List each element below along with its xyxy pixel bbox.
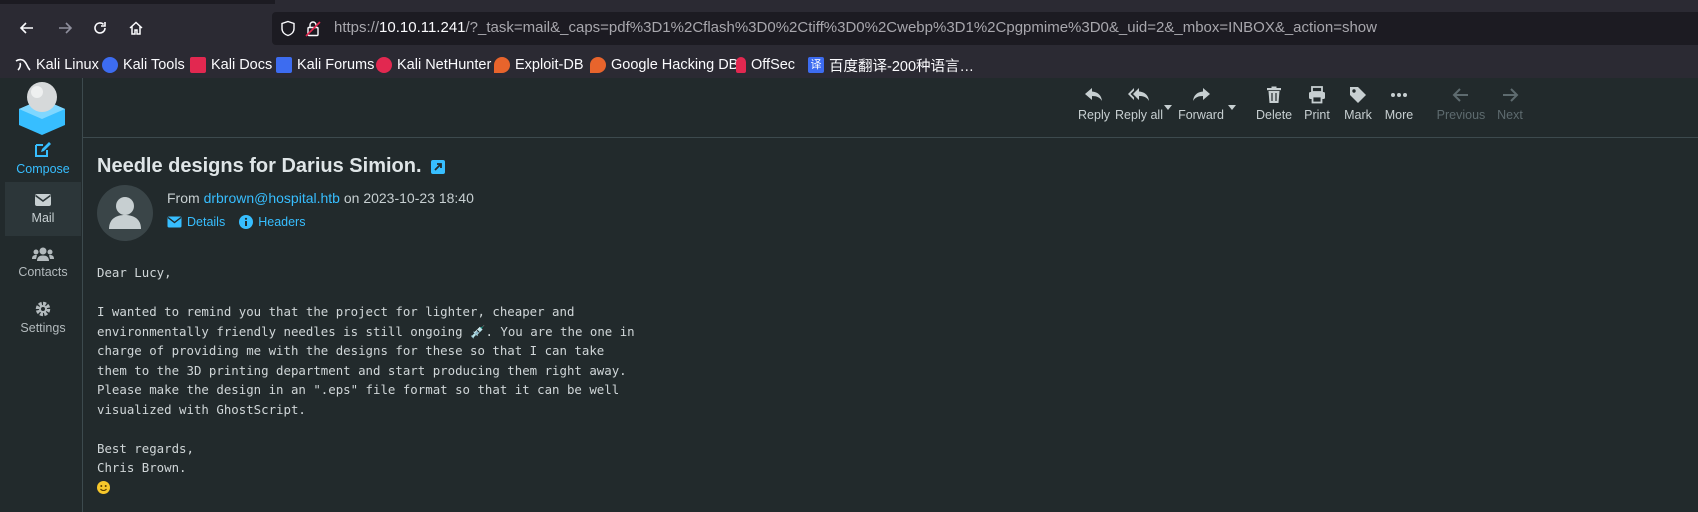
reply-button[interactable]: Reply	[1075, 86, 1113, 122]
more-dots-icon	[1391, 93, 1407, 97]
previous-button[interactable]: Previous	[1436, 86, 1486, 122]
nav-mail[interactable]: Mail	[5, 182, 81, 236]
message-subject: Needle designs for Darius Simion.	[97, 155, 445, 178]
url-text[interactable]: https://10.10.11.241/?_task=mail&_caps=p…	[334, 19, 1377, 36]
headers-link[interactable]: Headers	[239, 215, 305, 229]
arrow-right-icon	[1503, 88, 1519, 102]
print-button[interactable]: Print	[1301, 86, 1333, 122]
browser-navbar: https://10.10.11.241/?_task=mail&_caps=p…	[0, 4, 1698, 52]
compose-icon	[35, 142, 51, 157]
smile-emoji-icon	[97, 480, 110, 494]
envelope-icon	[35, 194, 51, 206]
home-icon	[129, 21, 143, 35]
arrow-right-icon	[59, 22, 73, 34]
envelope-icon	[167, 216, 182, 228]
home-button[interactable]	[120, 12, 152, 44]
message-view: Needle designs for Darius Simion. From d…	[83, 138, 1698, 512]
message-toolbar: Reply Reply all Forward Delete Print Mar…	[83, 78, 1698, 138]
nethunter-icon	[376, 57, 392, 73]
open-in-new-window-icon[interactable]	[430, 159, 445, 174]
gear-icon	[35, 301, 51, 317]
bookmark-google-hacking-db[interactable]: Google Hacking DB	[590, 54, 738, 76]
mark-button[interactable]: Mark	[1342, 86, 1374, 122]
insecure-lock-icon[interactable]	[305, 20, 321, 37]
message-date: 2023-10-23 18:40	[363, 190, 474, 206]
offsec-icon	[736, 57, 746, 73]
nav-settings[interactable]: Settings	[5, 290, 81, 344]
message-from-line: From drbrown@hospital.htb on 2023-10-23 …	[167, 190, 474, 206]
syringe-emoji: 💉	[470, 323, 486, 339]
trash-icon	[1267, 86, 1281, 103]
bookmark-exploit-db[interactable]: Exploit-DB	[494, 54, 584, 76]
ghdb-icon	[590, 57, 606, 73]
bookmark-kali-tools[interactable]: Kali Tools	[102, 54, 185, 76]
shield-icon	[281, 20, 295, 37]
bookmark-baidu-translate[interactable]: 译百度翻译-200种语言…	[808, 54, 974, 76]
details-link[interactable]: Details	[167, 215, 225, 229]
kali-tools-icon	[102, 57, 118, 73]
delete-button[interactable]: Delete	[1256, 86, 1292, 122]
bookmark-kali-forums[interactable]: Kali Forums	[276, 54, 374, 76]
users-icon	[32, 247, 54, 261]
forward-button[interactable]	[49, 12, 81, 44]
forward-dropdown-icon[interactable]	[1228, 105, 1236, 110]
bookmark-kali-docs[interactable]: Kali Docs	[190, 54, 272, 76]
sender-email-link[interactable]: drbrown@hospital.htb	[204, 190, 340, 206]
header-links: Details Headers	[167, 215, 319, 229]
arrow-left-icon	[19, 22, 33, 34]
forward-button[interactable]: Forward	[1178, 86, 1224, 122]
baidu-translate-icon: 译	[808, 57, 824, 73]
kali-dragon-icon	[15, 57, 31, 73]
kali-docs-icon	[190, 57, 206, 73]
message-body: Dear Lucy, I wanted to remind you that t…	[97, 263, 635, 497]
reply-all-dropdown-icon[interactable]	[1164, 105, 1172, 110]
bookmark-kali-linux[interactable]: Kali Linux	[15, 54, 99, 76]
reply-all-button[interactable]: Reply all	[1115, 86, 1163, 122]
back-button[interactable]	[11, 12, 43, 44]
sender-avatar	[97, 185, 153, 241]
next-button[interactable]: Next	[1495, 86, 1525, 122]
more-button[interactable]: More	[1383, 86, 1415, 122]
roundcube-logo-icon[interactable]	[13, 81, 71, 135]
bookmark-kali-nethunter[interactable]: Kali NetHunter	[376, 54, 491, 76]
reload-icon	[94, 22, 106, 34]
bookmark-offsec[interactable]: OffSec	[736, 54, 795, 76]
kali-forums-icon	[276, 57, 292, 73]
bookmarks-toolbar: Kali Linux Kali Tools Kali Docs Kali For…	[0, 52, 1698, 78]
printer-icon	[1309, 86, 1325, 104]
url-bar[interactable]: https://10.10.11.241/?_task=mail&_caps=p…	[272, 12, 1698, 45]
forward-icon	[1193, 88, 1210, 101]
reload-button[interactable]	[84, 12, 116, 44]
info-circle-icon	[239, 215, 254, 229]
exploit-db-icon	[494, 57, 510, 73]
reply-icon	[1085, 88, 1102, 101]
nav-compose[interactable]: Compose	[5, 131, 81, 185]
arrow-left-icon	[1452, 88, 1468, 102]
tag-icon	[1350, 87, 1366, 103]
app-sidebar: Compose Mail Contacts Settings	[0, 78, 83, 512]
nav-contacts[interactable]: Contacts	[5, 236, 81, 290]
reply-all-icon	[1128, 88, 1149, 101]
